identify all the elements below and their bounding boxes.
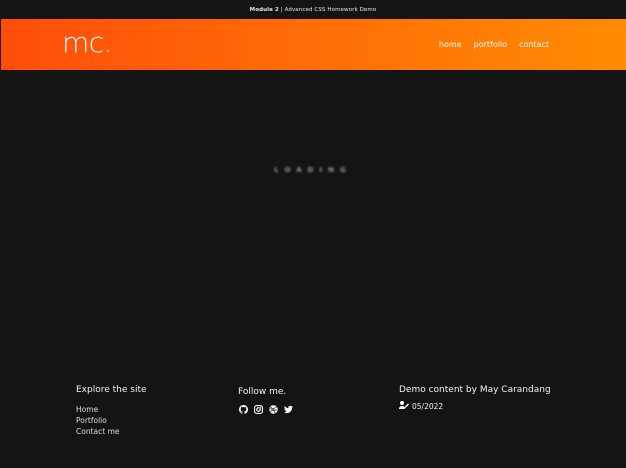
nav-portfolio-link[interactable]: portfolio bbox=[474, 40, 507, 50]
follow-heading: Follow me. bbox=[238, 387, 287, 397]
credit-heading: Demo content by May Carandang bbox=[399, 385, 551, 395]
footer-follow: Follow me. bbox=[238, 384, 293, 414]
footer-links: Home Portfolio Contact me bbox=[76, 404, 147, 437]
footer-explore: Explore the site Home Portfolio Contact … bbox=[76, 384, 147, 437]
credit-date: 05/2022 bbox=[412, 401, 444, 411]
instagram-icon[interactable] bbox=[253, 404, 263, 414]
credit-date-row: 05/2022 bbox=[399, 401, 551, 411]
github-icon[interactable] bbox=[238, 404, 248, 414]
user-edit-icon bbox=[399, 401, 409, 411]
footer-link-contact[interactable]: Contact me bbox=[76, 426, 147, 437]
footer-link-home[interactable]: Home bbox=[76, 404, 147, 415]
twitter-icon[interactable] bbox=[283, 404, 293, 414]
site-header: mc. home portfolio contact bbox=[1, 19, 626, 70]
banner-subtitle: | Advanced CSS Homework Demo bbox=[278, 6, 377, 13]
explore-heading: Explore the site bbox=[76, 385, 147, 395]
nav-home-link[interactable]: home bbox=[439, 40, 462, 50]
top-banner: Module 2 | Advanced CSS Homework Demo bbox=[0, 0, 626, 19]
social-icons bbox=[238, 404, 293, 414]
main-nav: home portfolio contact bbox=[439, 40, 549, 50]
dribbble-icon[interactable] bbox=[268, 404, 278, 414]
site-logo[interactable]: mc. bbox=[62, 27, 113, 59]
footer-credit: Demo content by May Carandang 05/2022 bbox=[399, 384, 551, 411]
banner-module: Module 2 bbox=[249, 6, 279, 13]
nav-contact-link[interactable]: contact bbox=[519, 40, 549, 50]
footer-link-portfolio[interactable]: Portfolio bbox=[76, 415, 147, 426]
loading-indicator: LOADING bbox=[274, 166, 352, 174]
